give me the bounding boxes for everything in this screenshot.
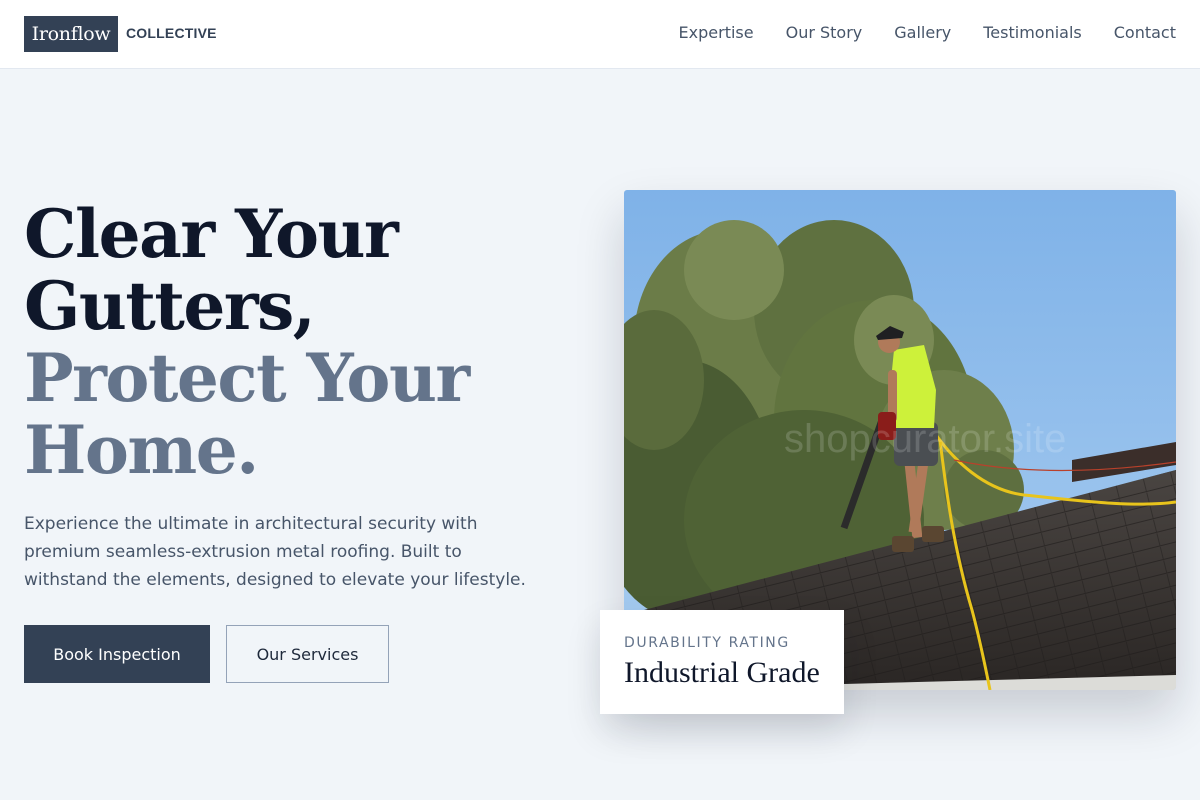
nav-link-expertise[interactable]: Expertise [679,22,754,44]
rating-label: DURABILITY RATING [624,635,790,651]
nav-link-contact[interactable]: Contact [1114,22,1176,44]
nav-link-testimonials[interactable]: Testimonials [983,22,1082,44]
main-nav: Expertise Our Story Gallery Testimonials… [679,22,1176,44]
our-services-button[interactable]: Our Services [226,625,389,683]
rating-value: Industrial Grade [624,656,820,689]
nav-link-our-story[interactable]: Our Story [786,22,863,44]
durability-rating-card: DURABILITY RATING Industrial Grade [600,610,844,714]
svg-text:shopcurator.site: shopcurator.site [784,417,1066,461]
hero-description: Experience the ultimate in architectural… [24,514,526,590]
headline-line-2: Gutters, [24,267,316,345]
headline-line-4: Home. [24,411,259,489]
headline-line-1: Clear Your [24,195,399,273]
nav-link-gallery[interactable]: Gallery [894,22,951,44]
brand-subtitle: COLLECTIVE [126,25,217,41]
brand-logo[interactable]: Ironflow [24,16,118,52]
book-inspection-button[interactable]: Book Inspection [24,625,210,683]
site-header: Ironflow COLLECTIVE Expertise Our Story … [0,0,1200,69]
hero-headline: Clear Your Gutters, Protect Your Home. [24,198,584,486]
headline-line-3: Protect Your [24,339,470,417]
